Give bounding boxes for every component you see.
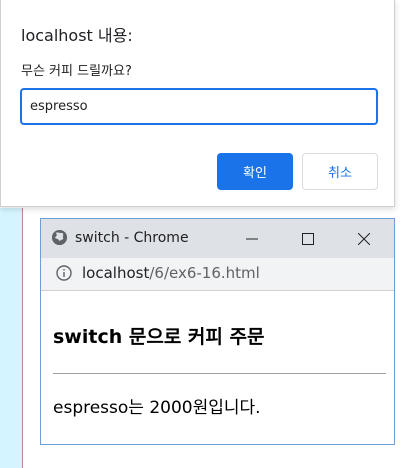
page-heading: switch 문으로 커피 주문 xyxy=(53,326,265,348)
maximize-icon xyxy=(302,232,314,245)
horizontal-rule xyxy=(53,373,386,374)
chrome-popup-window: switch - Chrome localhost/6/ex6-16.html … xyxy=(40,218,395,445)
window-title: switch - Chrome xyxy=(75,230,189,246)
maximize-button[interactable] xyxy=(285,219,331,258)
page-background-strip xyxy=(0,208,23,468)
url-host: localhost xyxy=(82,264,150,282)
close-button[interactable] xyxy=(341,219,387,258)
dialog-message: 무슨 커피 드릴까요? xyxy=(21,64,132,79)
close-icon xyxy=(358,232,370,245)
url-path: /6/ex6-16.html xyxy=(149,264,260,282)
page-background-area xyxy=(23,208,41,468)
minimize-icon xyxy=(246,238,258,239)
minimize-button[interactable] xyxy=(229,219,275,258)
dialog-title: localhost 내용: xyxy=(21,26,133,45)
globe-icon xyxy=(51,229,68,246)
ok-button[interactable]: 확인 xyxy=(217,153,293,190)
info-icon[interactable] xyxy=(56,265,72,281)
prompt-input[interactable] xyxy=(20,88,378,125)
prompt-dialog: localhost 내용: 무슨 커피 드릴까요? 확인 취소 xyxy=(0,0,395,207)
result-text: espresso는 2000원입니다. xyxy=(53,398,261,418)
address-bar[interactable]: localhost/6/ex6-16.html xyxy=(41,258,394,291)
cancel-button[interactable]: 취소 xyxy=(302,153,378,190)
url-text[interactable]: localhost/6/ex6-16.html xyxy=(82,264,260,282)
window-titlebar[interactable]: switch - Chrome xyxy=(41,219,394,258)
